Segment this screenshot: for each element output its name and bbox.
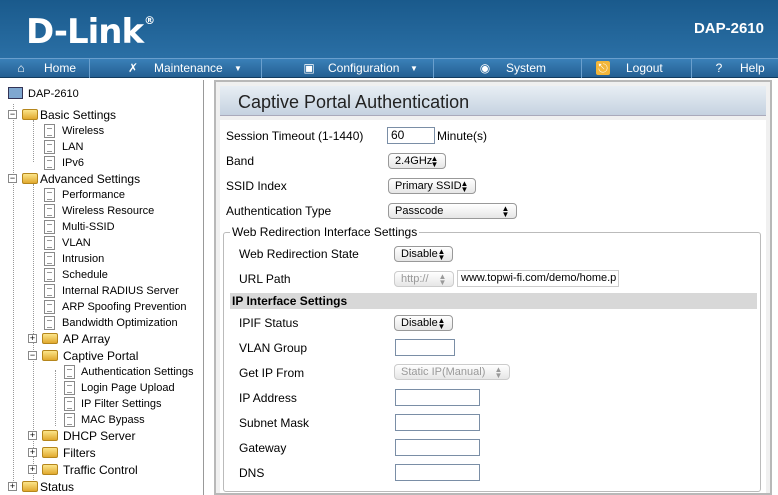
ssid-index-label: SSID Index xyxy=(226,179,287,193)
page-title: Captive Portal Authentication xyxy=(238,92,470,112)
ssid-index-select[interactable]: Primary SSID ▲▼ xyxy=(388,178,476,194)
computer-icon xyxy=(8,87,23,99)
page-icon xyxy=(44,300,55,314)
page-icon xyxy=(44,140,55,154)
ip-interface-title: IP Interface Settings xyxy=(232,294,348,308)
expand-icon[interactable]: + xyxy=(28,431,37,440)
url-path-label: URL Path xyxy=(239,272,291,286)
settings-form: Session Timeout (1-1440) 60 Minute(s) Ba… xyxy=(220,120,766,493)
page-icon xyxy=(44,220,55,234)
title-bar: Captive Portal Authentication xyxy=(220,86,766,116)
menu-logout[interactable]: ⎋ Logout xyxy=(582,59,692,78)
page-icon xyxy=(64,397,75,411)
menu-home[interactable]: ⌂ Home xyxy=(0,59,90,78)
folder-open-icon xyxy=(22,173,38,184)
disk-icon: ▣ xyxy=(303,61,315,75)
folder-icon xyxy=(22,481,38,492)
subnet-mask-label: Subnet Mask xyxy=(239,416,310,430)
folder-open-icon xyxy=(22,109,38,120)
band-select[interactable]: 2.4GHz ▲▼ xyxy=(388,153,446,169)
select-arrows-icon: ▲▼ xyxy=(438,272,447,284)
gateway-input[interactable] xyxy=(395,439,480,456)
session-timeout-label: Session Timeout (1-1440) xyxy=(226,129,364,143)
select-arrows-icon: ▲▼ xyxy=(430,154,439,166)
collapse-icon[interactable]: − xyxy=(8,174,17,183)
select-arrows-icon: ▲▼ xyxy=(460,179,469,191)
tools-icon: ✗ xyxy=(127,61,139,75)
dns-label: DNS xyxy=(239,466,265,480)
page-icon xyxy=(44,316,55,330)
gateway-label: Gateway xyxy=(239,441,287,455)
authentication-type-select[interactable]: Passcode ▲▼ xyxy=(388,203,517,219)
menu-system[interactable]: ◉ System xyxy=(434,59,582,78)
page-icon xyxy=(44,124,55,138)
expand-icon[interactable]: + xyxy=(28,465,37,474)
select-arrows-icon: ▲▼ xyxy=(501,204,510,216)
ipif-status-select[interactable]: Disable ▲▼ xyxy=(394,315,453,331)
folder-icon xyxy=(42,333,58,344)
select-arrows-icon: ▲▼ xyxy=(494,365,503,377)
ip-interface-header: IP Interface Settings xyxy=(230,293,757,309)
url-path-input[interactable]: www.topwi-fi.com/demo/home.p xyxy=(457,270,619,287)
system-icon: ◉ xyxy=(479,61,491,75)
page-icon xyxy=(44,268,55,282)
logout-icon: ⎋ xyxy=(596,61,610,75)
web-redirection-state-select[interactable]: Disable ▲▼ xyxy=(394,246,453,262)
page-icon xyxy=(44,204,55,218)
ip-address-label: IP Address xyxy=(239,391,297,405)
web-redirection-state-label: Web Redirection State xyxy=(239,247,359,261)
collapse-icon[interactable]: − xyxy=(8,110,17,119)
chevron-down-icon: ▼ xyxy=(410,64,418,73)
subnet-mask-input[interactable] xyxy=(395,414,480,431)
ipif-status-label: IPIF Status xyxy=(239,316,299,330)
minutes-unit-label: Minute(s) xyxy=(437,129,488,143)
page-icon xyxy=(44,284,55,298)
dlink-logo: D-Link® xyxy=(26,12,155,52)
collapse-icon[interactable]: − xyxy=(28,351,37,360)
menu-maintenance[interactable]: ✗ Maintenance ▼ xyxy=(90,59,262,78)
dns-input[interactable] xyxy=(395,464,480,481)
header-banner: D-Link® DAP-2610 xyxy=(0,0,778,58)
select-arrows-icon: ▲▼ xyxy=(437,316,446,328)
home-icon: ⌂ xyxy=(17,61,25,75)
folder-open-icon xyxy=(42,350,58,361)
expand-icon[interactable]: + xyxy=(8,482,17,491)
get-ip-from-label: Get IP From xyxy=(239,366,305,380)
folder-icon xyxy=(42,447,58,458)
page-icon xyxy=(64,413,75,427)
expand-icon[interactable]: + xyxy=(28,448,37,457)
folder-icon xyxy=(42,464,58,475)
vlan-group-label: VLAN Group xyxy=(239,341,308,355)
web-redirection-legend: Web Redirection Interface Settings xyxy=(230,225,420,239)
menu-bar: ⌂ Home ✗ Maintenance ▼ ▣ Configuration ▼… xyxy=(0,58,778,78)
page-icon xyxy=(64,365,75,379)
navigation-tree: DAP-2610 − Basic Settings Wireless LAN I… xyxy=(0,80,204,495)
band-label: Band xyxy=(226,154,255,168)
vlan-group-input[interactable] xyxy=(395,339,455,356)
content-panel: Captive Portal Authentication Session Ti… xyxy=(214,80,772,495)
authentication-type-label: Authentication Type xyxy=(226,204,332,218)
get-ip-from-select[interactable]: Static IP(Manual) ▲▼ xyxy=(394,364,510,380)
page-icon xyxy=(44,252,55,266)
page-icon xyxy=(44,236,55,250)
menu-configuration[interactable]: ▣ Configuration ▼ xyxy=(262,59,434,78)
url-scheme-select[interactable]: http://▲▼ xyxy=(394,271,454,287)
folder-icon xyxy=(42,430,58,441)
page-icon xyxy=(44,156,55,170)
session-timeout-input[interactable]: 60 xyxy=(387,127,435,144)
page-icon xyxy=(64,381,75,395)
chevron-down-icon: ▼ xyxy=(234,64,242,73)
select-arrows-icon: ▲▼ xyxy=(437,247,446,259)
expand-icon[interactable]: + xyxy=(28,334,37,343)
model-name: DAP-2610 xyxy=(693,20,764,37)
page-icon xyxy=(44,188,55,202)
menu-help[interactable]: ? Help xyxy=(692,59,778,78)
help-icon: ? xyxy=(715,61,723,75)
ip-address-input[interactable] xyxy=(395,389,480,406)
